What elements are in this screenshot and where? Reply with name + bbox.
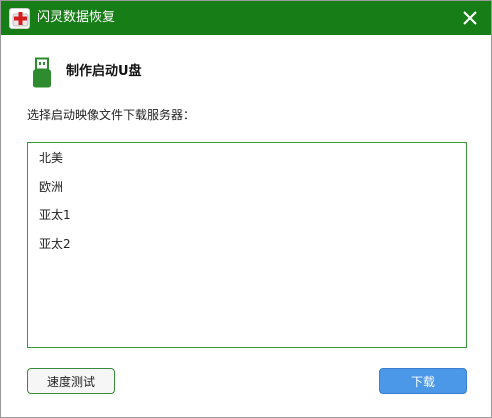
server-prompt-label: 选择启动映像文件下载服务器： (27, 108, 196, 122)
title-bar[interactable]: 闪灵数据恢复 (1, 1, 491, 35)
usb-drive-icon (31, 57, 53, 89)
download-button[interactable]: 下载 (379, 368, 467, 394)
window-title: 闪灵数据恢复 (37, 10, 116, 25)
dialog-window: 闪灵数据恢复 制作启动U盘 选择启动映像文件下载服务器： 北美 欧洲 亚太1 亚… (0, 0, 492, 418)
page-title: 制作启动U盘 (66, 64, 142, 79)
list-item[interactable]: 亚太2 (39, 235, 79, 253)
app-logo-icon (9, 8, 30, 29)
list-item[interactable]: 欧洲 (39, 178, 71, 196)
list-item[interactable]: 亚太1 (39, 206, 79, 224)
speed-test-button[interactable]: 速度测试 (27, 368, 115, 394)
close-icon[interactable] (461, 9, 479, 27)
list-item[interactable]: 北美 (39, 149, 71, 167)
server-list[interactable]: 北美 欧洲 亚太1 亚太2 (27, 142, 467, 348)
